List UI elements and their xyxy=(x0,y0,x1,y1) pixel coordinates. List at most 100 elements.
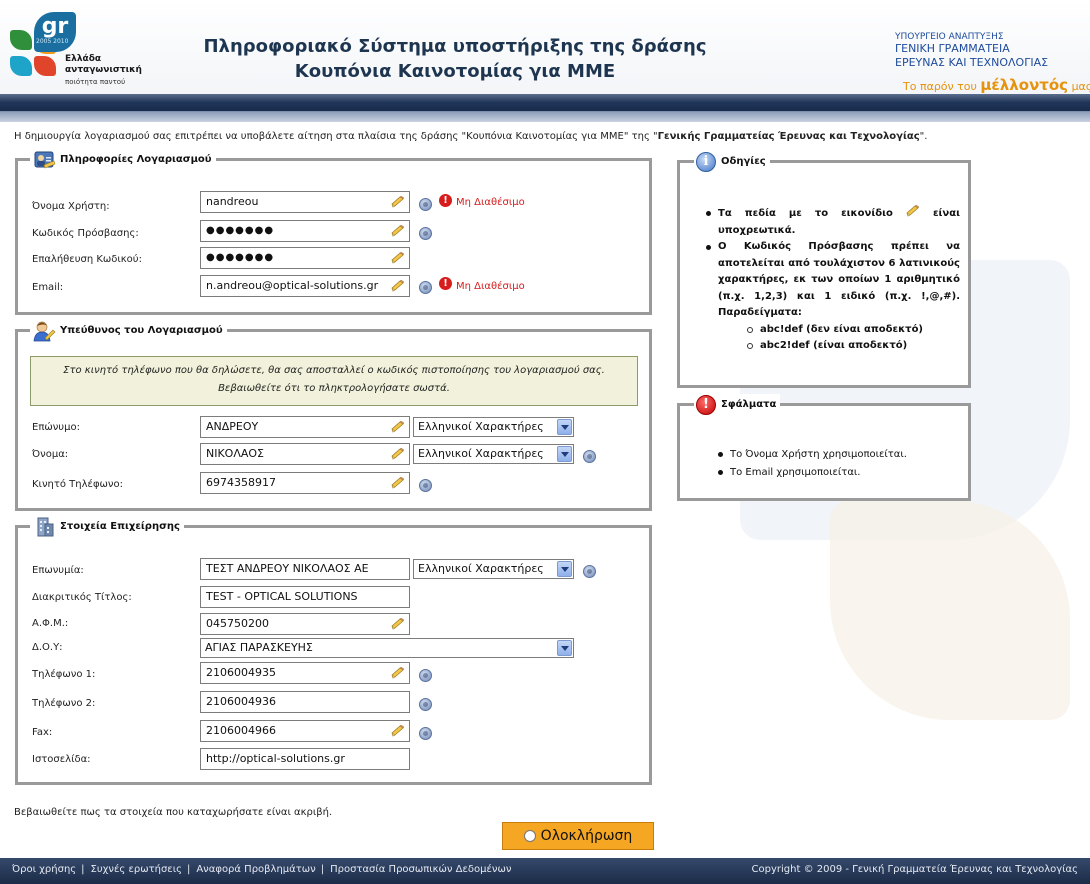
ellada-logo[interactable]: gr 2005 2010 Ελλάδα ανταγωνιστική ποιότη… xyxy=(8,10,148,94)
user-card-icon xyxy=(32,149,56,171)
phone2-label: Τηλέφωνο 2: xyxy=(32,698,96,709)
confirm-password-value: ●●●●●●● xyxy=(206,252,275,263)
complete-button[interactable]: Ολοκλήρωση xyxy=(502,822,654,850)
name-charset-select[interactable]: Ελληνικοί Χαρακτήρες xyxy=(413,444,574,464)
footer-link-faq[interactable]: Συχνές ερωτήσεις xyxy=(91,864,182,875)
phone2-value: 2106004936 xyxy=(206,695,276,708)
ministry-logo[interactable]: ΥΠΟΥΡΓΕΙΟ ΑΝΑΠΤΥΞΗΣ ΓΕΝΙΚΗ ΓΡΑΜΜΑΤΕΙΑ ΕΡ… xyxy=(895,32,1090,94)
site-title-line1: Πληροφοριακό Σύστημα υποστήριξης της δρά… xyxy=(203,36,707,57)
mobile-notice: Στο κινητό τηλέφωνο που θα δηλώσετε, θα … xyxy=(30,356,638,406)
instructions-list: Τα πεδία με το εικονίδιο είναι υποχρεωτι… xyxy=(706,205,960,355)
account-holder-section: Υπεύθυνος του Λογαριασμού Στο κινητό τηλ… xyxy=(15,321,652,511)
fax-help-icon[interactable] xyxy=(419,727,432,740)
chevron-down-icon xyxy=(557,446,572,462)
name-charset-value: Ελληνικοί Χαρακτήρες xyxy=(418,447,544,460)
doy-value: ΑΓΙΑΣ ΠΑΡΑΣΚΕΥΗΣ xyxy=(205,641,313,654)
chevron-down-icon xyxy=(557,640,572,656)
instruction-required-pre: Τα πεδία με το εικονίδιο xyxy=(718,208,893,219)
username-error-icon: ! xyxy=(439,194,452,207)
company-input[interactable]: ΤΕΣΤ ΑΝΔΡΕΟΥ ΝΙΚΟΛΑΟΣ ΑΕ xyxy=(200,558,410,580)
fax-label: Fax: xyxy=(32,727,53,738)
footer-separator: | xyxy=(320,864,325,875)
ministry-line3: ΕΡΕΥΝΑΣ ΚΑΙ ΤΕΧΝΟΛΟΓΙΑΣ xyxy=(895,56,1049,69)
username-input[interactable]: nandreou xyxy=(200,191,410,213)
confirm-password-input[interactable]: ●●●●●●● xyxy=(200,247,410,269)
header-bar xyxy=(0,94,1090,122)
website-input[interactable]: http://optical-solutions.gr xyxy=(200,748,410,770)
confirm-password-label: Επαλήθευση Κωδικού: xyxy=(32,254,142,265)
ministry-line1: ΥΠΟΥΡΓΕΙΟ ΑΝΑΠΤΥΞΗΣ xyxy=(895,32,1004,42)
intro-text-post: ". xyxy=(919,131,928,142)
instruction-item-password: Ο Κωδικός Πρόσβασης πρέπει να αποτελείτα… xyxy=(706,239,960,322)
footer-link-terms[interactable]: Όροι χρήσης xyxy=(12,864,76,875)
email-error-icon: ! xyxy=(439,277,452,290)
password-help-icon[interactable] xyxy=(419,227,432,240)
instruction-item-required: Τα πεδία με το εικονίδιο είναι υποχρεωτι… xyxy=(706,205,960,239)
chevron-down-icon xyxy=(557,419,572,435)
business-info-legend: Στοιχεία Επιχείρησης xyxy=(30,516,184,538)
instruction-example-1: abc!def (δεν είναι αποδεκτό) xyxy=(718,322,960,339)
surname-charset-select[interactable]: Ελληνικοί Χαρακτήρες xyxy=(413,417,574,437)
chevron-down-icon xyxy=(557,561,572,577)
required-pencil-icon xyxy=(391,667,405,679)
tagline-big: μέλλοντός xyxy=(980,76,1069,94)
surname-label: Επώνυμο: xyxy=(32,422,80,433)
mobile-input[interactable]: 6974358917 xyxy=(200,472,410,494)
trade-title-input[interactable]: TEST - OPTICAL SOLUTIONS xyxy=(200,586,410,608)
required-pencil-icon xyxy=(391,448,405,460)
business-info-legend-text: Στοιχεία Επιχείρησης xyxy=(60,521,180,532)
account-info-legend: Πληροφορίες Λογαριασμού xyxy=(30,151,216,169)
afm-input[interactable]: 045750200 xyxy=(200,613,410,635)
tagline-post: μας xyxy=(1071,80,1090,93)
email-input[interactable]: n.andreou@optical-solutions.gr xyxy=(200,275,410,297)
company-help-icon[interactable] xyxy=(583,565,596,578)
error-icon: ! xyxy=(696,395,716,415)
footer-link-privacy[interactable]: Προστασία Προσωπικών Δεδομένων xyxy=(330,864,511,875)
website-value: http://optical-solutions.gr xyxy=(206,752,345,765)
footer-separator: | xyxy=(186,864,191,875)
ministry-line2: ΓΕΝΙΚΗ ΓΡΑΜΜΑΤΕΙΑ xyxy=(895,42,1010,55)
account-holder-legend-text: Υπεύθυνος του Λογαριασμού xyxy=(60,325,223,336)
logo-years: 2005 2010 xyxy=(36,38,69,45)
company-label: Επωνυμία: xyxy=(32,565,84,576)
phone2-input[interactable]: 2106004936 xyxy=(200,691,410,713)
instructions-legend-text: Οδηγίες xyxy=(721,156,766,167)
surname-input[interactable]: ΑΝΔΡΕΟΥ xyxy=(200,416,410,438)
account-holder-legend: Υπεύθυνος του Λογαριασμού xyxy=(30,320,227,342)
intro-text: Η δημιουργία λογαριασμού σας επιτρέπει ν… xyxy=(14,131,927,142)
account-info-section: Πληροφορίες Λογαριασμού Όνομα Χρήστη: na… xyxy=(15,151,652,315)
site-footer: Όροι χρήσης | Συχνές ερωτήσεις | Αναφορά Προ… xyxy=(0,858,1090,884)
surname-value: ΑΝΔΡΕΟΥ xyxy=(206,420,259,433)
required-pencil-icon xyxy=(391,252,405,264)
doy-label: Δ.Ο.Υ: xyxy=(32,642,63,653)
phone2-help-icon[interactable] xyxy=(419,698,432,711)
errors-legend: ! Σφάλματα xyxy=(694,394,781,416)
phone1-help-icon[interactable] xyxy=(419,669,432,682)
company-charset-select[interactable]: Ελληνικοί Χαρακτήρες xyxy=(413,559,574,579)
name-help-icon[interactable] xyxy=(583,450,596,463)
fax-value: 2106004966 xyxy=(206,724,276,737)
required-pencil-icon xyxy=(391,225,405,237)
logo-gr-mark: gr xyxy=(34,12,76,52)
email-help-icon[interactable] xyxy=(419,281,432,294)
website-label: Ιστοσελίδα: xyxy=(32,754,91,765)
building-icon xyxy=(32,516,56,538)
password-input[interactable]: ●●●●●●● xyxy=(200,220,410,242)
name-input[interactable]: ΝΙΚΟΛΑΟΣ xyxy=(200,443,410,465)
user-edit-icon xyxy=(32,320,56,342)
instructions-legend: i Οδηγίες xyxy=(694,151,770,173)
company-charset-value: Ελληνικοί Χαρακτήρες xyxy=(418,562,544,575)
logo-text-2: ανταγωνιστική xyxy=(65,65,142,75)
mobile-help-icon[interactable] xyxy=(419,479,432,492)
footer-links: Όροι χρήσης | Συχνές ερωτήσεις | Αναφορά Προ… xyxy=(12,864,511,875)
password-value: ●●●●●●● xyxy=(206,225,275,236)
username-help-icon[interactable] xyxy=(419,198,432,211)
info-icon: i xyxy=(696,152,716,172)
fax-input[interactable]: 2106004966 xyxy=(200,720,410,742)
doy-select[interactable]: ΑΓΙΑΣ ΠΑΡΑΣΚΕΥΗΣ xyxy=(200,638,574,658)
site-title: Πληροφοριακό Σύστημα υποστήριξης της δρά… xyxy=(150,34,760,84)
required-pencil-icon xyxy=(391,477,405,489)
mobile-notice-line2: Βεβαιωθείτε ότι το πληκτρολογήσατε σωστά… xyxy=(218,383,450,394)
footer-link-report[interactable]: Αναφορά Προβλημάτων xyxy=(196,864,315,875)
phone1-input[interactable]: 2106004935 xyxy=(200,662,410,684)
